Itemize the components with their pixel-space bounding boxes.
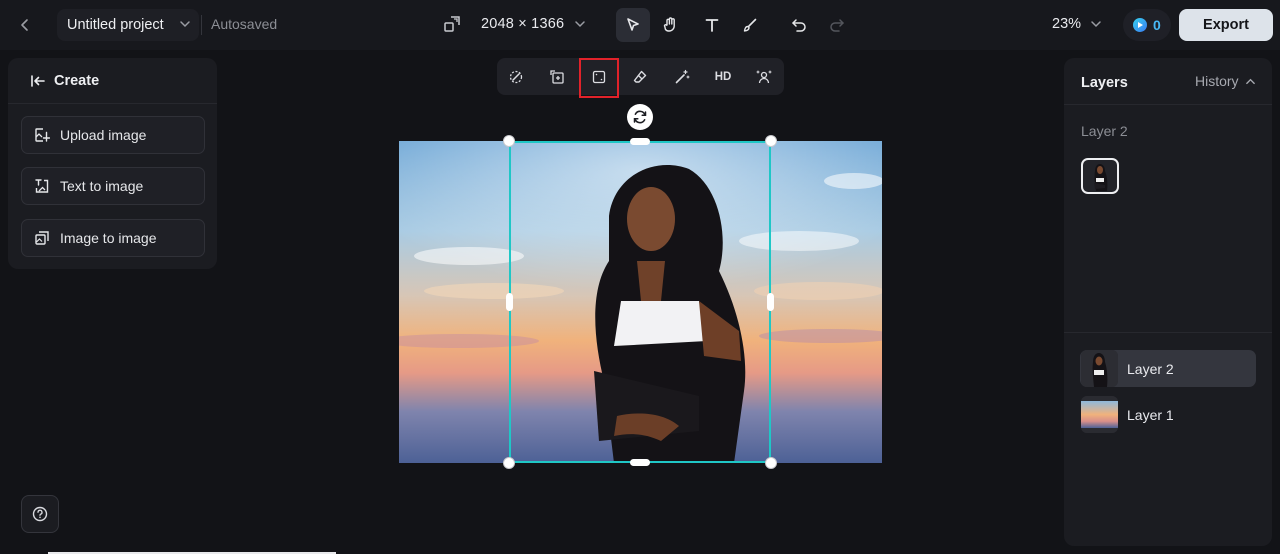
autosave-status: Autosaved [211, 16, 278, 32]
selected-layer-thumbnail[interactable] [1081, 158, 1119, 194]
credits-icon [1133, 18, 1147, 32]
upload-image-label: Upload image [60, 127, 147, 143]
undo-icon [790, 17, 808, 33]
undo-button[interactable] [782, 8, 816, 42]
hand-icon [662, 16, 680, 34]
brush-icon [742, 17, 758, 33]
selected-layer-title: Layer 2 [1081, 123, 1128, 139]
resize-handle-bottom-left[interactable] [503, 457, 515, 469]
divider [201, 15, 202, 35]
image-to-image-label: Image to image [60, 230, 157, 246]
tab-layers[interactable]: Layers [1081, 75, 1128, 91]
canvas-size[interactable]: 2048 × 1366 [481, 16, 564, 32]
upload-image-icon [34, 127, 50, 143]
redo-button[interactable] [820, 8, 854, 42]
retouch-person-icon[interactable] [747, 60, 781, 94]
chevron-down-icon[interactable] [574, 18, 586, 30]
upload-image-button[interactable]: Upload image [21, 116, 205, 154]
layer-item-layer-1[interactable]: Layer 1 [1080, 396, 1256, 433]
back-arrow-icon[interactable] [12, 12, 38, 38]
credits-count: 0 [1153, 17, 1161, 33]
magic-wand-icon[interactable] [665, 60, 699, 94]
chevron-up-icon [1245, 76, 1256, 87]
help-button[interactable] [21, 495, 59, 533]
resize-handle-top[interactable] [630, 138, 650, 145]
layer-thumbnail [1081, 350, 1118, 387]
resize-handle-top-left[interactable] [503, 135, 515, 147]
hand-tool-button[interactable] [654, 8, 688, 42]
credits-badge[interactable]: 0 [1123, 9, 1171, 41]
rotate-handle-button[interactable] [627, 104, 653, 130]
hd-upscale-button[interactable]: HD [706, 60, 740, 94]
eraser-icon[interactable] [623, 60, 657, 94]
layer-name: Layer 1 [1127, 406, 1174, 423]
chevron-down-icon[interactable] [1090, 18, 1102, 30]
create-panel-header[interactable]: Create [8, 58, 217, 104]
layer-item-layer-2[interactable]: Layer 2 [1080, 350, 1256, 387]
tab-history[interactable]: History [1195, 73, 1256, 89]
zoom-level[interactable]: 23% [1052, 16, 1081, 32]
selection-box[interactable] [509, 141, 771, 463]
divider [1064, 332, 1272, 333]
highlighted-tool-box [579, 58, 619, 98]
create-panel: Create Upload image Text to image Image … [8, 58, 217, 269]
export-button[interactable]: Export [1179, 9, 1273, 41]
image-tools-bar: HD [497, 58, 784, 95]
create-panel-title: Create [54, 72, 100, 89]
text-to-image-label: Text to image [60, 178, 144, 194]
resize-handle-right[interactable] [767, 293, 774, 311]
layer-name: Layer 2 [1127, 360, 1174, 377]
project-name: Untitled project [67, 17, 164, 33]
layers-panel-header: Layers History [1064, 58, 1272, 105]
chevron-down-icon [179, 18, 191, 30]
resize-handle-bottom[interactable] [630, 459, 650, 466]
layers-panel: Layers History Layer 2 Layer 2 Layer 1 [1064, 58, 1272, 546]
collapse-left-icon[interactable] [30, 74, 46, 88]
select-tool-button[interactable] [616, 8, 650, 42]
resize-handle-left[interactable] [506, 293, 513, 311]
image-to-image-icon [34, 230, 50, 246]
redo-icon [828, 17, 846, 33]
layer-thumbnail [1081, 396, 1118, 433]
text-to-image-button[interactable]: Text to image [21, 167, 205, 205]
top-bar: Untitled project Autosaved 2048 × 1366 2… [0, 0, 1280, 50]
project-name-menu[interactable]: Untitled project [57, 9, 199, 41]
resize-handle-bottom-right[interactable] [765, 457, 777, 469]
rotate-icon [632, 109, 648, 125]
brush-tool-button[interactable] [733, 8, 767, 42]
resize-canvas-icon[interactable] [443, 15, 461, 33]
help-question-icon [32, 506, 48, 522]
resize-handle-top-right[interactable] [765, 135, 777, 147]
magic-remove-icon[interactable] [499, 60, 533, 94]
text-t-icon [704, 17, 720, 33]
cursor-arrow-icon [625, 17, 641, 33]
history-label: History [1195, 73, 1239, 89]
image-to-image-button[interactable]: Image to image [21, 219, 205, 257]
crop-frame-icon[interactable] [540, 60, 574, 94]
text-tool-button[interactable] [695, 8, 729, 42]
text-to-image-icon [34, 178, 50, 194]
